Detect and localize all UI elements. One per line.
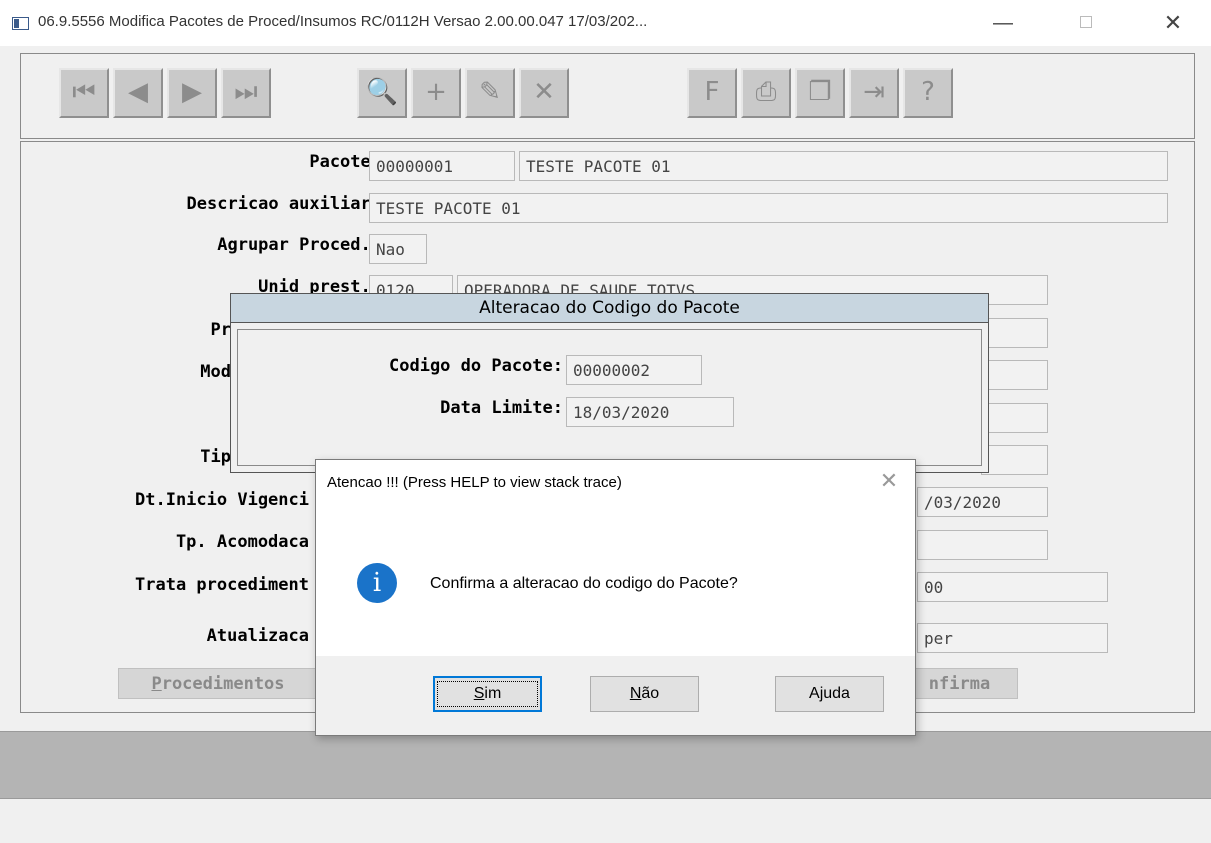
- nao-button[interactable]: Não: [590, 676, 699, 712]
- prev-record-button[interactable]: ◀: [113, 68, 163, 118]
- code-dialog-title: Alteracao do Codigo do Pacote: [231, 294, 988, 323]
- message-box-footer: Sim Não Ajuda: [316, 656, 915, 735]
- print-icon: ⎙: [755, 77, 777, 107]
- exit-icon: ⇥: [863, 77, 885, 107]
- next-record-button[interactable]: ▶: [167, 68, 217, 118]
- last-record-icon: ⏭: [234, 77, 258, 107]
- filter-button[interactable]: F: [687, 68, 737, 118]
- dt-inicio-field[interactable]: /03/2020: [917, 487, 1048, 517]
- minimize-button[interactable]: —: [980, 8, 1026, 38]
- mod-label: Mod: [200, 362, 231, 382]
- sim-focus-rect: Sim: [436, 681, 539, 707]
- acomodacao-label: Tp. Acomodaca: [175, 532, 309, 552]
- app-icon: [12, 17, 29, 30]
- codigo-pacote-field[interactable]: 00000002: [566, 355, 702, 385]
- confirm-message-box: Atencao !!! (Press HELP to view stack tr…: [315, 459, 916, 736]
- tip-label: Tip: [200, 447, 231, 467]
- message-text: Confirma a alteracao do codigo do Pacote…: [430, 575, 738, 592]
- nao-mnemonic: N: [629, 685, 642, 702]
- help-icon: ?: [921, 77, 935, 107]
- edit-icon: ✎: [479, 77, 501, 107]
- desc-aux-field[interactable]: TESTE PACOTE 01: [369, 193, 1168, 223]
- nao-label: ão: [641, 685, 660, 702]
- bottom-panel: [0, 731, 1211, 799]
- search-icon: 🔍: [365, 77, 399, 107]
- dt-inicio-label: Dt.Inicio Vigenci: [135, 490, 309, 510]
- message-box-title: Atencao !!! (Press HELP to view stack tr…: [327, 474, 622, 491]
- sim-mnemonic: S: [473, 685, 485, 702]
- window-title: 06.9.5556 Modifica Pacotes de Proced/Ins…: [38, 13, 648, 30]
- tip-field[interactable]: [981, 445, 1048, 475]
- status-bar: [0, 800, 1211, 843]
- prev-record-icon: ◀: [128, 77, 148, 107]
- atualizacao-field[interactable]: per: [917, 623, 1108, 653]
- pacote-code-field[interactable]: 00000001: [369, 151, 515, 181]
- help-button[interactable]: ?: [903, 68, 953, 118]
- trata-label: Trata procediment: [135, 575, 309, 595]
- add-button[interactable]: +: [411, 68, 461, 118]
- add-icon: +: [425, 77, 447, 107]
- mod-field[interactable]: [981, 360, 1048, 390]
- sim-button[interactable]: Sim: [433, 676, 542, 712]
- code-dialog-body: Codigo do Pacote: 00000002 Data Limite: …: [237, 329, 982, 466]
- copy-button[interactable]: ❐: [795, 68, 845, 118]
- procedimentos-button[interactable]: Procedimentos: [118, 668, 318, 699]
- maximize-button[interactable]: [1063, 8, 1109, 38]
- trata-field[interactable]: 00: [917, 572, 1108, 602]
- data-limite-field[interactable]: 18/03/2020: [566, 397, 734, 427]
- toolbar: ⏮ ◀ ▶ ⏭ 🔍 + ✎ ✕ F ⎙ ❐ ⇥ ?: [20, 53, 1195, 139]
- exit-button[interactable]: ⇥: [849, 68, 899, 118]
- agrupar-field[interactable]: Nao: [369, 234, 427, 264]
- first-record-icon: ⏮: [72, 77, 96, 107]
- data-limite-label: Data Limite:: [440, 398, 563, 418]
- print-button[interactable]: ⎙: [741, 68, 791, 118]
- pacote-desc-field[interactable]: TESTE PACOTE 01: [519, 151, 1168, 181]
- agrupar-label: Agrupar Proced.:: [217, 235, 381, 255]
- filter-icon: F: [704, 77, 720, 107]
- maximize-icon: [1080, 16, 1092, 28]
- info-icon: i: [357, 563, 397, 603]
- pr-field[interactable]: [981, 318, 1048, 348]
- search-button[interactable]: 🔍: [357, 68, 407, 118]
- desc-aux-label: Descricao auxiliar:: [186, 194, 381, 214]
- last-record-button[interactable]: ⏭: [221, 68, 271, 118]
- codigo-pacote-label: Codigo do Pacote:: [389, 356, 563, 376]
- code-change-dialog: Alteracao do Codigo do Pacote Codigo do …: [230, 293, 989, 473]
- title-bar: 06.9.5556 Modifica Pacotes de Proced/Ins…: [0, 0, 1211, 46]
- edit-button[interactable]: ✎: [465, 68, 515, 118]
- acomodacao-field[interactable]: [917, 530, 1048, 560]
- blank-field[interactable]: [981, 403, 1048, 433]
- pr-label: Pr: [210, 320, 231, 340]
- delete-button[interactable]: ✕: [519, 68, 569, 118]
- next-record-icon: ▶: [182, 77, 202, 107]
- sim-label: im: [484, 685, 502, 702]
- first-record-button[interactable]: ⏮: [59, 68, 109, 118]
- close-button[interactable]: ✕: [1150, 8, 1196, 38]
- copy-icon: ❐: [808, 77, 832, 107]
- atualizacao-label: Atualizaca: [206, 626, 309, 646]
- delete-icon: ✕: [533, 77, 555, 107]
- ajuda-button[interactable]: Ajuda: [775, 676, 884, 712]
- procedimentos-mnemonic: P: [151, 674, 162, 694]
- message-box-close-button[interactable]: ✕: [874, 466, 904, 496]
- procedimentos-label: rocedimentos: [161, 674, 285, 694]
- confirma-button[interactable]: nfirma: [901, 668, 1018, 699]
